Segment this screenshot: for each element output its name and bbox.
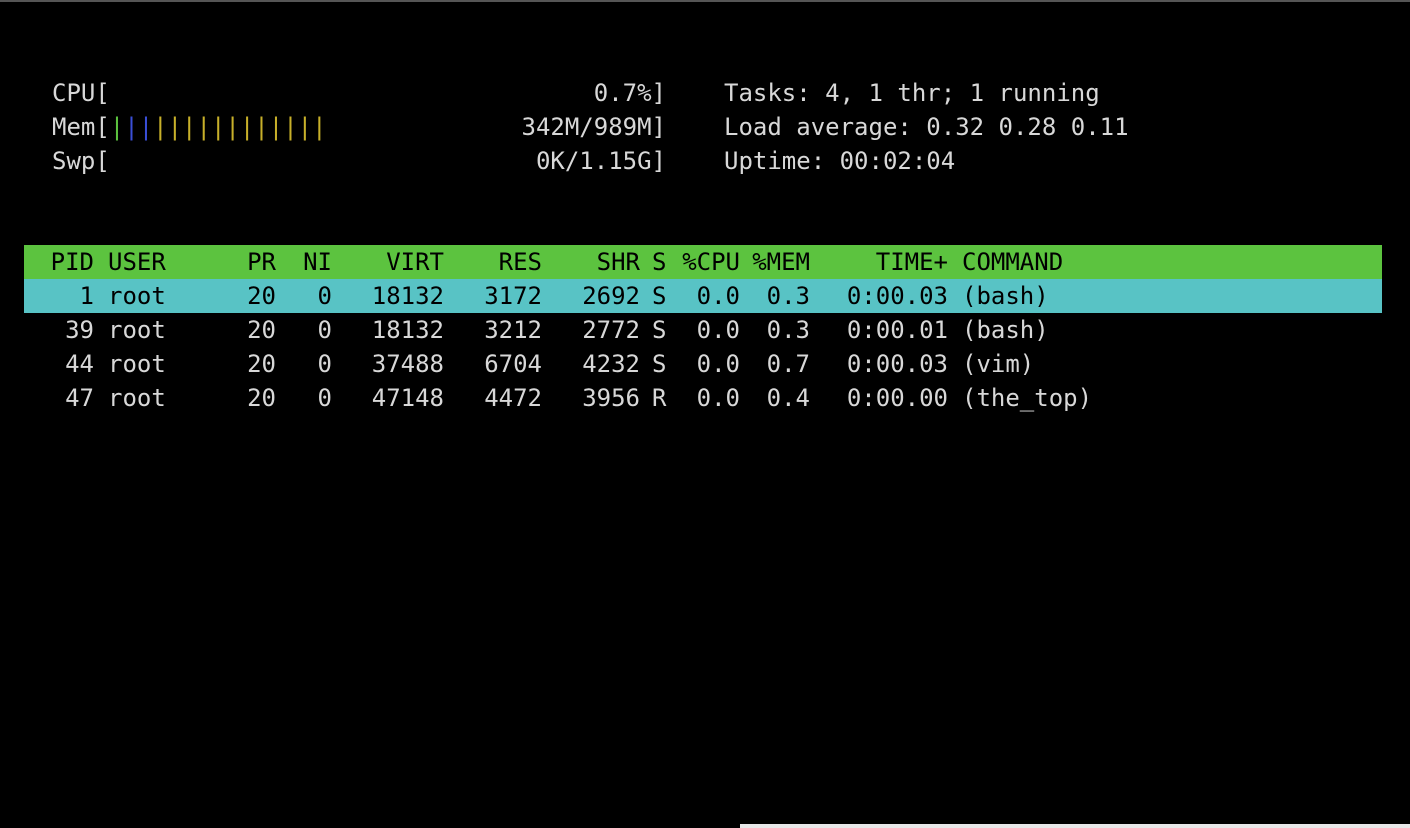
terminal-window: CPU[ 0.7%] Mem[||||||||||||||| 342M/989M… <box>0 0 1410 828</box>
header-pid[interactable]: PID <box>24 245 94 279</box>
cell-user: root <box>108 350 166 378</box>
cell-shr: 2772 <box>582 316 640 344</box>
header-shr[interactable]: SHR <box>554 245 640 279</box>
mem-bar-cache: |||||||||||| <box>153 113 327 141</box>
cell-user: root <box>108 316 166 344</box>
cell-pr: 20 <box>247 316 276 344</box>
header-state[interactable]: S <box>652 245 670 279</box>
cell-virt: 18132 <box>371 316 444 344</box>
cell-mem: 0.7 <box>766 350 810 378</box>
cell-pr: 20 <box>247 282 276 310</box>
cell-time: 0:00.03 <box>846 350 948 378</box>
cell-state: S <box>652 350 667 378</box>
cell-time: 0:00.03 <box>846 282 948 310</box>
table-row[interactable]: 47 root 20 0 47148 4472 3956 R 0.0 0.4 0… <box>24 381 1382 415</box>
cell-user: root <box>108 384 166 412</box>
cell-pr: 20 <box>247 384 276 412</box>
cell-state: S <box>652 316 667 344</box>
cell-shr: 2692 <box>582 282 640 310</box>
cell-cpu: 0.0 <box>696 384 740 412</box>
cell-pid: 47 <box>65 384 94 412</box>
cell-cpu: 0.0 <box>696 282 740 310</box>
load-average-info: Load average: 0.32 0.28 0.11 <box>724 113 1129 141</box>
cell-command: (bash) <box>962 316 1049 344</box>
cell-ni: 0 <box>317 350 332 378</box>
header-cpu[interactable]: %CPU <box>680 245 740 279</box>
table-row[interactable]: 44 root 20 0 37488 6704 4232 S 0.0 0.7 0… <box>24 347 1382 381</box>
cell-pid: 1 <box>79 282 94 310</box>
mem-meter-label: Mem[ <box>52 113 110 141</box>
cell-cpu: 0.0 <box>696 350 740 378</box>
header-time[interactable]: TIME+ <box>820 245 948 279</box>
cell-ni: 0 <box>317 282 332 310</box>
cell-shr: 3956 <box>582 384 640 412</box>
cell-user: root <box>108 282 166 310</box>
mem-meter: Mem[||||||||||||||| <box>52 110 327 144</box>
cell-command: (the_top) <box>962 384 1093 412</box>
table-row[interactable]: 39 root 20 0 18132 3212 2772 S 0.0 0.3 0… <box>24 313 1382 347</box>
cell-virt: 18132 <box>371 282 444 310</box>
header-mem[interactable]: %MEM <box>750 245 810 279</box>
cpu-meter-label: CPU[ <box>52 79 110 107</box>
cell-command: (vim) <box>962 350 1035 378</box>
mem-meter-value: 342M/989M] <box>521 113 667 141</box>
header-ni[interactable]: NI <box>290 245 332 279</box>
cell-res: 6704 <box>484 350 542 378</box>
cell-ni: 0 <box>317 384 332 412</box>
header-command[interactable]: COMMAND <box>962 245 1362 279</box>
cell-time: 0:00.00 <box>846 384 948 412</box>
cell-res: 3212 <box>484 316 542 344</box>
cell-virt: 47148 <box>371 384 444 412</box>
cell-mem: 0.3 <box>766 316 810 344</box>
cell-ni: 0 <box>317 316 332 344</box>
cell-mem: 0.3 <box>766 282 810 310</box>
header-pr[interactable]: PR <box>238 245 276 279</box>
tasks-info: Tasks: 4, 1 thr; 1 running <box>724 79 1100 107</box>
cell-state: S <box>652 282 667 310</box>
table-row[interactable]: 1 root 20 0 18132 3172 2692 S 0.0 0.3 0:… <box>24 279 1382 313</box>
swp-meter-label: Swp[ <box>52 147 110 175</box>
swp-meter-value: 0K/1.15G] <box>535 147 666 175</box>
header-virt[interactable]: VIRT <box>346 245 444 279</box>
cell-state: R <box>652 384 667 412</box>
cpu-meter-value: 0.7%] <box>593 79 666 107</box>
cell-pr: 20 <box>247 350 276 378</box>
window-bottom-edge <box>740 824 1410 828</box>
mem-meter-bar: ||||||||||||||| <box>110 113 327 141</box>
cell-shr: 4232 <box>582 350 640 378</box>
cell-cpu: 0.0 <box>696 316 740 344</box>
cell-pid: 39 <box>65 316 94 344</box>
cell-res: 3172 <box>484 282 542 310</box>
process-table-header: PID USER PR NI VIRT RES SHR S %CPU %MEM … <box>24 245 1382 279</box>
header-res[interactable]: RES <box>456 245 542 279</box>
cell-time: 0:00.01 <box>846 316 948 344</box>
mem-bar-used: | <box>109 113 125 141</box>
cell-pid: 44 <box>65 350 94 378</box>
mem-bar-buffers: || <box>124 113 154 141</box>
cell-res: 4472 <box>484 384 542 412</box>
cell-virt: 37488 <box>371 350 444 378</box>
header-user[interactable]: USER <box>108 245 238 279</box>
uptime-info: Uptime: 00:02:04 <box>724 147 956 175</box>
cell-command: (bash) <box>962 282 1049 310</box>
cell-mem: 0.4 <box>766 384 810 412</box>
